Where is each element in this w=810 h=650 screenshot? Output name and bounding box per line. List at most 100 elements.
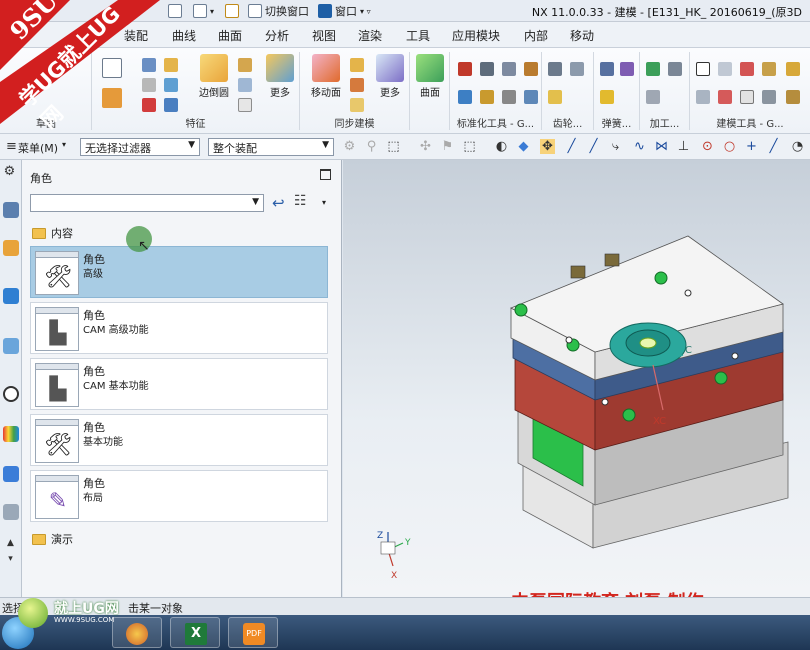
chevron-down-icon[interactable]: ▾	[3, 552, 18, 567]
pencil-icon[interactable]	[225, 4, 240, 18]
snap-icon[interactable]: ∿	[632, 139, 647, 154]
tab-tools[interactable]: 工具	[406, 27, 430, 44]
tool-icon[interactable]	[718, 90, 732, 104]
menu-icon[interactable]: ≡	[4, 139, 19, 154]
back-icon[interactable]: ↩	[272, 194, 285, 212]
window-icon[interactable]	[318, 4, 333, 18]
tool-icon[interactable]	[718, 62, 732, 76]
menu-button[interactable]: 菜单(M)	[18, 140, 58, 156]
more-feature-button[interactable]: 更多	[262, 54, 298, 99]
machining-icon[interactable]	[646, 62, 660, 76]
taskbar-app-excel[interactable]: X	[170, 617, 220, 648]
switch-window-button[interactable]: 切换窗口	[265, 3, 309, 19]
triangle-icon[interactable]	[696, 62, 710, 76]
snap-icon[interactable]: ◐	[494, 139, 509, 154]
roles-icon[interactable]	[3, 466, 19, 482]
snap-icon[interactable]: ╱	[766, 139, 781, 154]
switch-window-icon[interactable]	[248, 4, 263, 18]
snap-endpoint-icon[interactable]: ╱	[564, 139, 579, 154]
tab-applications[interactable]: 应用模块	[452, 27, 500, 44]
snap-center-icon[interactable]: ⊙	[700, 139, 715, 154]
subtract-icon[interactable]	[142, 98, 156, 112]
constraint-navigator-icon[interactable]	[3, 240, 19, 256]
spring-icon[interactable]	[620, 62, 634, 76]
tools-icon[interactable]	[3, 504, 19, 520]
snap-icon[interactable]: ⚙	[342, 139, 357, 154]
history-icon[interactable]	[3, 386, 19, 402]
maximize-icon[interactable]	[320, 169, 331, 180]
tab-view[interactable]: 视图	[312, 27, 336, 44]
taskbar-app-pdf[interactable]: PDF	[228, 617, 278, 648]
window-menu-button[interactable]: 窗口	[335, 3, 357, 19]
snap-icon[interactable]: ⋈	[654, 139, 669, 154]
chevron-down-icon[interactable]: ▾	[210, 7, 214, 16]
machining-icon[interactable]	[646, 90, 660, 104]
role-card-cam-basic[interactable]: ▙ 角色 CAM 基本功能	[30, 358, 328, 410]
offset-region-icon[interactable]	[350, 78, 364, 92]
chevron-down-icon[interactable]: ▾	[322, 198, 326, 207]
folder-content[interactable]: 内容	[32, 225, 73, 241]
tab-render[interactable]: 渲染	[358, 27, 382, 44]
machining-icon[interactable]	[668, 62, 682, 76]
spring-icon[interactable]	[600, 90, 614, 104]
tool-icon[interactable]	[524, 90, 538, 104]
list-view-icon[interactable]: ☷	[294, 193, 307, 209]
replace-face-icon[interactable]	[350, 98, 364, 112]
chevron-down-icon[interactable]: ▾ ▿	[360, 7, 371, 16]
tool-icon[interactable]	[786, 62, 800, 76]
assembly-navigator-icon[interactable]	[3, 202, 19, 218]
gear-icon[interactable]: ⚙	[2, 164, 17, 179]
chevron-up-icon[interactable]: ▲	[3, 536, 18, 551]
tool-icon[interactable]	[524, 62, 538, 76]
draft-icon[interactable]	[238, 98, 252, 112]
tab-assembly[interactable]: 装配	[124, 27, 148, 44]
tool-icon[interactable]	[762, 90, 776, 104]
snap-icon[interactable]: ◆	[516, 139, 531, 154]
snap-icon[interactable]: +	[744, 139, 759, 154]
palette-icon[interactable]	[3, 426, 19, 442]
tool-icon[interactable]	[502, 62, 516, 76]
tool-icon[interactable]	[740, 62, 754, 76]
extrude-icon[interactable]	[102, 88, 122, 108]
chamfer-icon[interactable]	[238, 58, 252, 72]
pattern-icon[interactable]	[164, 98, 178, 112]
snap-icon[interactable]: ✣	[418, 139, 433, 154]
role-card-advanced[interactable]: 🛠 角色 高级	[30, 246, 328, 298]
roles-filter-select[interactable]: ▼	[30, 194, 264, 212]
role-card-layout[interactable]: ✎ 角色 布局	[30, 470, 328, 522]
snap-icon[interactable]: ⤷	[608, 139, 623, 154]
hole-icon[interactable]	[164, 58, 178, 72]
tool-icon[interactable]	[696, 90, 710, 104]
snap-icon[interactable]: ⚑	[440, 139, 455, 154]
tool-icon[interactable]	[786, 90, 800, 104]
graphics-window[interactable]: C XC Z Y X 中磊国际教育 刘磊 制作	[343, 160, 810, 597]
gear-icon[interactable]	[548, 62, 562, 76]
folder-demo[interactable]: 演示	[32, 531, 73, 547]
snap-icon[interactable]: ✥	[540, 139, 555, 154]
more-sync-button[interactable]: 更多	[372, 54, 408, 99]
tab-move[interactable]: 移动	[570, 27, 594, 44]
edge-blend-button[interactable]: 边倒圆	[196, 54, 232, 99]
shell-icon[interactable]	[238, 78, 252, 92]
scope-select[interactable]: 整个装配 ▼	[208, 138, 334, 156]
snap-midpoint-icon[interactable]: ╱	[586, 139, 601, 154]
chevron-down-icon[interactable]: ▾	[62, 140, 66, 149]
tool-icon[interactable]	[740, 90, 754, 104]
tab-analysis[interactable]: 分析	[265, 27, 289, 44]
open-icon[interactable]	[193, 4, 207, 18]
tab-curve[interactable]: 曲线	[172, 27, 196, 44]
tool-icon[interactable]	[762, 62, 776, 76]
reuse-library-icon[interactable]	[3, 338, 19, 354]
part-navigator-icon[interactable]	[3, 288, 19, 304]
cylinder-icon[interactable]	[142, 78, 156, 92]
tab-surface[interactable]: 曲面	[218, 27, 242, 44]
snap-quadrant-icon[interactable]: ○	[722, 139, 737, 154]
box-select-icon[interactable]: ⬚	[462, 139, 477, 154]
pull-face-icon[interactable]	[350, 58, 364, 72]
sketch-icon[interactable]	[102, 58, 122, 78]
tool-icon[interactable]	[458, 90, 472, 104]
boss-icon[interactable]	[164, 78, 178, 92]
tab-internal[interactable]: 内部	[524, 27, 548, 44]
tool-icon[interactable]	[458, 62, 472, 76]
snap-icon[interactable]: ◔	[790, 139, 805, 154]
